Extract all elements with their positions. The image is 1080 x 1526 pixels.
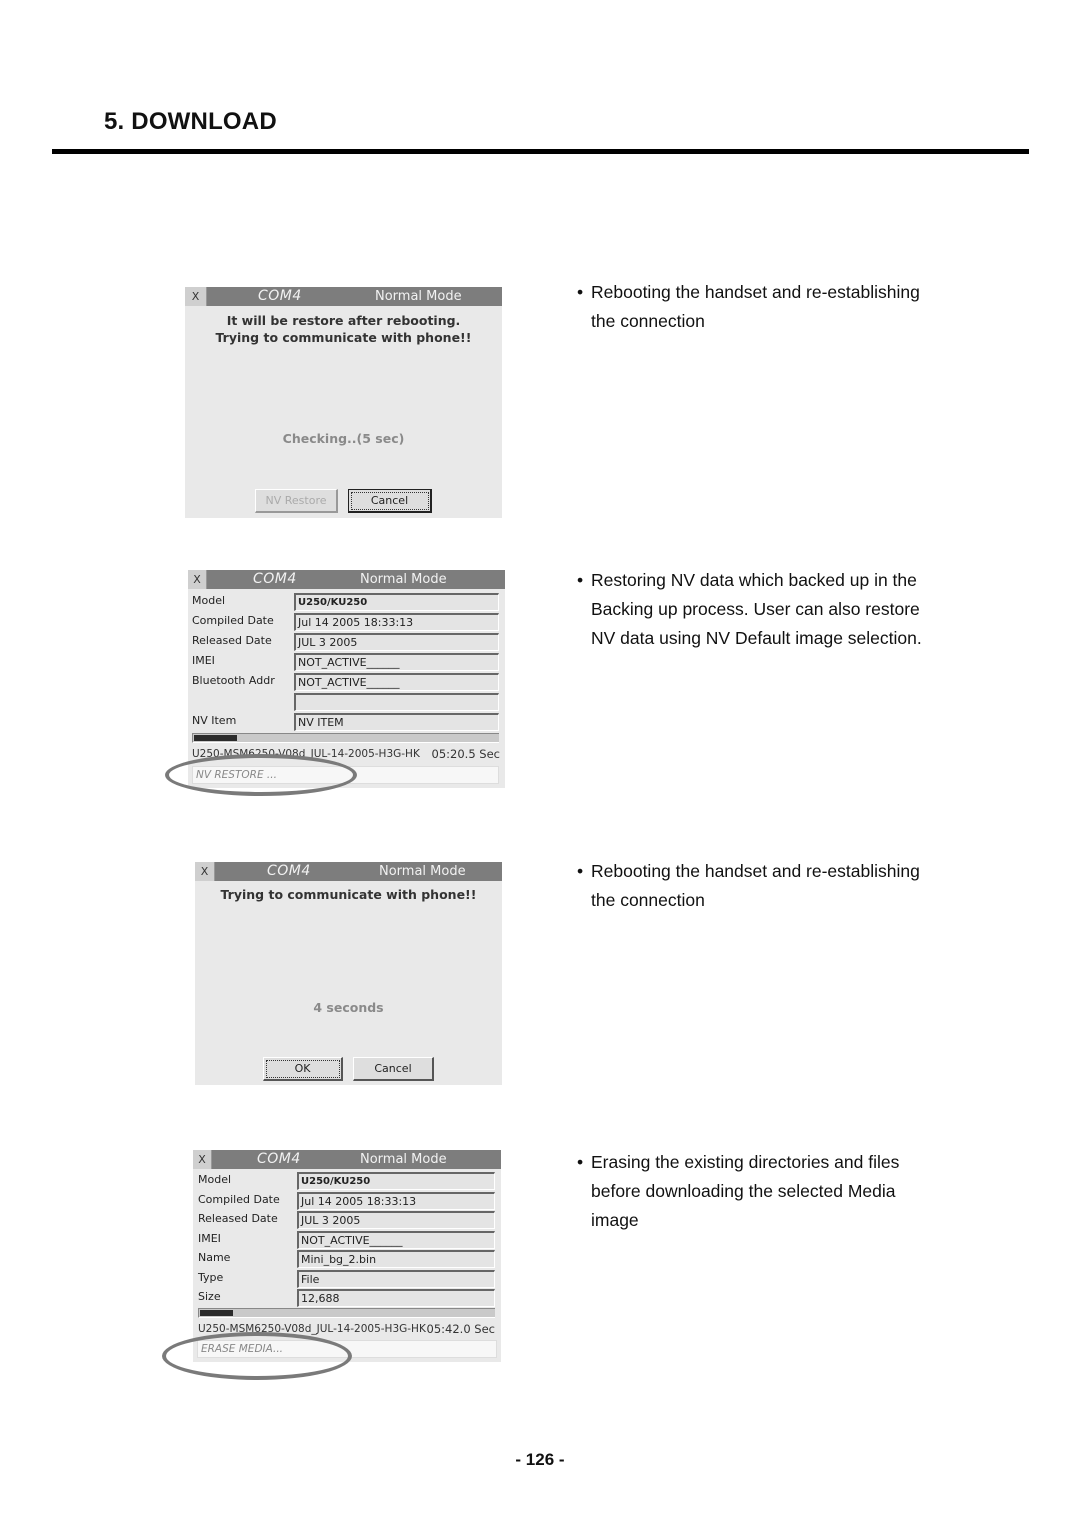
bullet-icon: • <box>577 1152 584 1172</box>
field-label-released-date: Released Date <box>198 1212 278 1225</box>
mode-label: Normal Mode <box>379 864 466 879</box>
dialog-message-line2: Trying to communicate with phone!! <box>215 330 472 345</box>
field-released-date: JUL 3 2005 <box>294 633 499 651</box>
com-port-label: COM4 <box>258 288 302 304</box>
page-number: - 126 - <box>515 1450 565 1469</box>
cancel-button[interactable]: Cancel <box>353 1057 434 1081</box>
field-nv-item: NV ITEM <box>294 713 499 731</box>
field-model: U250/KU250 <box>297 1172 495 1190</box>
description-text: Erasing the existing directories and fil… <box>591 1152 900 1230</box>
status-filename: U250-MSM6250-V08d_JUL-14-2005-H3G-HK <box>198 1323 426 1335</box>
field-empty <box>294 693 499 711</box>
field-compiled-date: Jul 14 2005 18:33:13 <box>294 613 499 631</box>
field-label-released-date: Released Date <box>192 634 272 647</box>
step-description: • Restoring NV data which backed up in t… <box>577 566 947 653</box>
close-icon[interactable]: X <box>188 570 207 589</box>
field-name: Mini_bg_2.bin <box>297 1250 495 1268</box>
progress-fill <box>200 1310 233 1316</box>
field-bluetooth-addr: NOT_ACTIVE______ <box>294 673 499 691</box>
field-label-imei: IMEI <box>192 654 215 667</box>
field-size: 12,688 <box>297 1289 495 1307</box>
field-label-bluetooth-addr: Bluetooth Addr <box>192 674 275 687</box>
field-imei: NOT_ACTIVE______ <box>297 1231 495 1249</box>
countdown-text: Checking..(5 sec) <box>282 431 405 446</box>
mode-label: Normal Mode <box>360 572 447 587</box>
nv-restore-progress-dialog: X COM4 Normal Mode Model U250/KU250 Comp… <box>188 570 505 788</box>
field-model: U250/KU250 <box>294 593 499 611</box>
field-label-compiled-date: Compiled Date <box>192 614 274 627</box>
field-imei: NOT_ACTIVE______ <box>294 653 499 671</box>
dialog-titlebar: X COM4 Normal Mode <box>195 862 502 881</box>
nv-restore-button[interactable]: NV Restore <box>255 489 338 513</box>
dialog-message-line1: Trying to communicate with phone!! <box>220 887 477 902</box>
close-icon[interactable]: X <box>185 287 207 306</box>
progress-fill <box>194 735 237 741</box>
erase-media-progress-dialog: X COM4 Normal Mode Model U250/KU250 Comp… <box>193 1150 501 1362</box>
field-type: File <box>297 1270 495 1288</box>
reconnect-dialog: X COM4 Normal Mode Trying to communicate… <box>195 862 502 1085</box>
field-label-type: Type <box>198 1271 224 1284</box>
ok-button[interactable]: OK <box>263 1057 343 1081</box>
cancel-button[interactable]: Cancel <box>348 489 432 513</box>
field-label-name: Name <box>198 1251 231 1264</box>
status-filename: U250-MSM6250-V08d_JUL-14-2005-H3G-HK <box>192 748 420 760</box>
dialog-titlebar: X COM4 Normal Mode <box>188 570 505 589</box>
field-label-model: Model <box>192 594 226 607</box>
download-progress-bar <box>198 1308 495 1318</box>
field-label-compiled-date: Compiled Date <box>198 1193 280 1206</box>
page-heading: 5. DOWNLOAD <box>104 108 277 135</box>
download-progress-bar <box>192 733 499 743</box>
description-text: Restoring NV data which backed up in the… <box>591 570 922 648</box>
bullet-icon: • <box>577 282 584 302</box>
com-port-label: COM4 <box>257 1151 301 1167</box>
close-icon[interactable]: X <box>195 862 215 881</box>
bullet-icon: • <box>577 570 584 590</box>
field-label-model: Model <box>198 1173 232 1186</box>
description-text: Rebooting the handset and re-establishin… <box>591 861 920 910</box>
mode-label: Normal Mode <box>375 289 462 304</box>
restore-reboot-dialog: X COM4 Normal Mode It will be restore af… <box>185 287 502 518</box>
step-description: • Rebooting the handset and re-establish… <box>577 857 947 915</box>
com-port-label: COM4 <box>267 863 311 879</box>
field-released-date: JUL 3 2005 <box>297 1211 495 1229</box>
heading-rule <box>52 149 1029 154</box>
step-description: • Erasing the existing directories and f… <box>577 1148 927 1235</box>
description-text: Rebooting the handset and re-establishin… <box>591 282 920 331</box>
field-compiled-date: Jul 14 2005 18:33:13 <box>297 1192 495 1210</box>
com-port-label: COM4 <box>253 571 297 587</box>
countdown-text: 4 seconds <box>313 1000 384 1015</box>
dialog-message-line1: It will be restore after rebooting. <box>226 313 461 328</box>
status-message: NV RESTORE ... <box>192 766 499 784</box>
status-message: ERASE MEDIA... <box>197 1340 497 1358</box>
step-description: • Rebooting the handset and re-establish… <box>577 278 947 336</box>
field-label-nv-item: NV Item <box>192 714 237 727</box>
bullet-icon: • <box>577 861 584 881</box>
close-icon[interactable]: X <box>193 1150 212 1169</box>
elapsed-time: 05:20.5 Sec <box>431 747 500 761</box>
dialog-titlebar: X COM4 Normal Mode <box>193 1150 501 1169</box>
mode-label: Normal Mode <box>360 1152 447 1167</box>
field-label-imei: IMEI <box>198 1232 221 1245</box>
dialog-titlebar: X COM4 Normal Mode <box>185 287 502 306</box>
field-label-size: Size <box>198 1290 221 1303</box>
elapsed-time: 05:42.0 Sec <box>426 1322 495 1336</box>
